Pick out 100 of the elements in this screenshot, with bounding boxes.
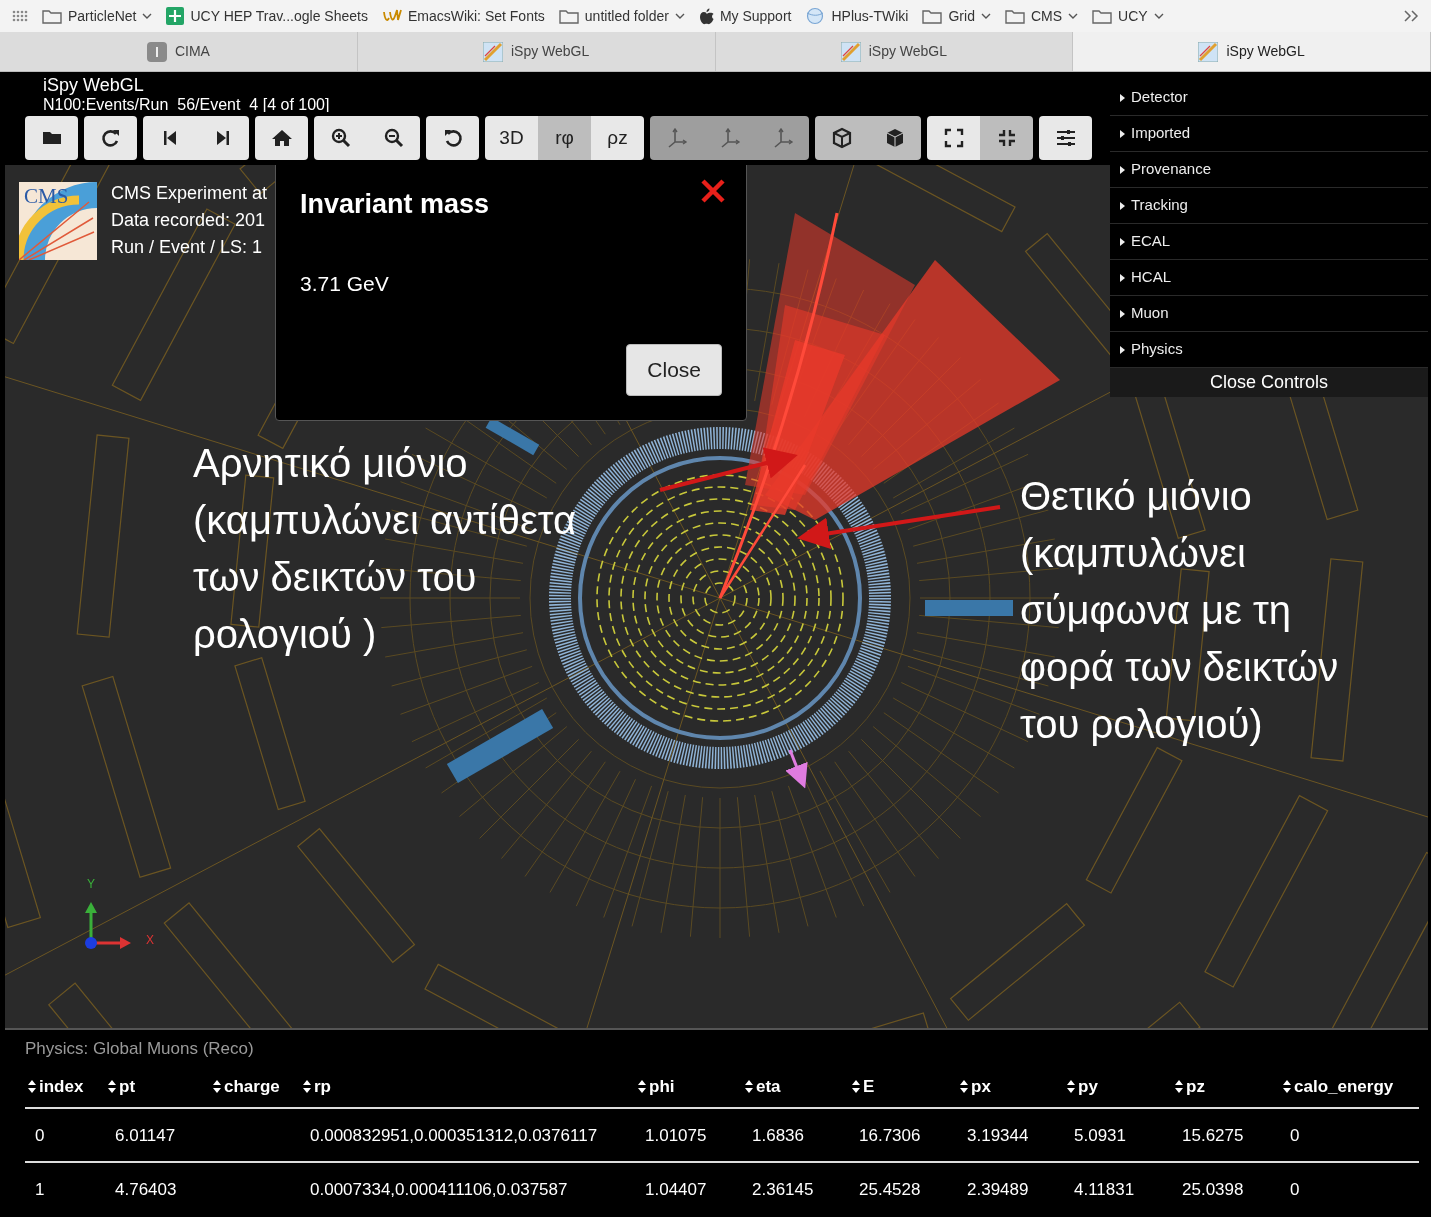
caret-right-icon bbox=[1120, 201, 1125, 210]
bookmark[interactable]: CMS bbox=[1004, 5, 1079, 27]
axis-label: Y bbox=[87, 876, 95, 893]
toolbar-button[interactable] bbox=[143, 116, 196, 160]
home-icon bbox=[270, 127, 293, 149]
expand-icon bbox=[942, 127, 965, 149]
sliders-icon bbox=[1054, 127, 1077, 149]
chevron-down-icon bbox=[1153, 12, 1164, 20]
caret-right-icon bbox=[1120, 273, 1125, 282]
column-header[interactable]: pt bbox=[105, 1071, 210, 1108]
close-controls-button[interactable]: Close Controls bbox=[1110, 368, 1428, 397]
browser-tab[interactable]: iSpy WebGL bbox=[1073, 32, 1431, 71]
close-button[interactable] bbox=[700, 178, 726, 204]
view-button[interactable]: ρz bbox=[591, 116, 644, 160]
bookmark[interactable]: UCY HEP Trav...ogle Sheets bbox=[166, 5, 368, 27]
bookmark[interactable]: EmacsWiki: Set Fonts bbox=[381, 5, 545, 27]
axes-drawing bbox=[85, 902, 131, 949]
table-cell: 2.39489 bbox=[957, 1161, 1064, 1214]
folder-icon bbox=[1004, 8, 1025, 24]
folder-icon bbox=[558, 8, 579, 24]
toolbar-button[interactable] bbox=[367, 116, 420, 160]
table-cell: 1.04407 bbox=[635, 1161, 742, 1214]
chevron-down-icon bbox=[1068, 12, 1079, 20]
column-header[interactable]: pz bbox=[1172, 1071, 1280, 1108]
toolbar-button[interactable] bbox=[255, 116, 308, 160]
zoom-in-icon bbox=[329, 127, 352, 149]
app-title: iSpy WebGL bbox=[43, 76, 145, 95]
modal-title: Invariant mass bbox=[300, 188, 490, 221]
site-favicon-icon bbox=[482, 41, 503, 62]
table-cell: 25.4528 bbox=[849, 1161, 957, 1214]
toolbar-button[interactable] bbox=[84, 116, 137, 160]
caret-right-icon bbox=[1120, 165, 1125, 174]
redo-icon bbox=[99, 127, 122, 149]
table-cell: 16.7306 bbox=[849, 1108, 957, 1162]
sort-icon bbox=[638, 1079, 646, 1093]
table-cell: 0 bbox=[25, 1108, 105, 1162]
table-cell: 6.01147 bbox=[105, 1108, 210, 1162]
caret-right-icon bbox=[1120, 93, 1125, 102]
caret-right-icon bbox=[1120, 129, 1125, 138]
sort-icon bbox=[303, 1079, 311, 1093]
column-header[interactable]: py bbox=[1064, 1071, 1172, 1108]
view-button[interactable]: rφ bbox=[538, 116, 591, 160]
toolbar-button[interactable] bbox=[25, 116, 78, 160]
sort-icon bbox=[852, 1079, 860, 1093]
view-button[interactable]: 3D bbox=[485, 116, 538, 160]
folder-icon bbox=[1092, 8, 1113, 24]
bookmark[interactable]: untitled folder bbox=[558, 5, 685, 27]
spreadsheet-icon bbox=[166, 7, 185, 25]
toolbar-button[interactable] bbox=[927, 116, 980, 160]
toolbar-button[interactable] bbox=[196, 116, 249, 160]
globe-icon bbox=[805, 7, 826, 25]
column-header[interactable]: eta bbox=[742, 1071, 849, 1108]
sort-icon bbox=[960, 1079, 968, 1093]
folder-icon bbox=[42, 8, 62, 24]
column-header[interactable]: E bbox=[849, 1071, 957, 1108]
close-icon bbox=[700, 178, 726, 204]
table-cell: 1 bbox=[25, 1161, 105, 1214]
toolbar-button[interactable] bbox=[980, 116, 1033, 160]
column-header[interactable]: calo_energy bbox=[1280, 1071, 1419, 1108]
column-header[interactable]: rp bbox=[300, 1071, 635, 1108]
table-cell: 2.36145 bbox=[742, 1161, 849, 1214]
close-button[interactable]: Close bbox=[626, 344, 722, 396]
column-header[interactable]: charge bbox=[210, 1071, 300, 1108]
site-favicon-icon bbox=[1198, 41, 1219, 62]
site-favicon-icon bbox=[840, 41, 861, 62]
table-cell: 3.19344 bbox=[957, 1108, 1064, 1162]
table-cell: 0.0007334,0.000411106,0.037587 bbox=[300, 1161, 635, 1214]
table-cell: 0.000832951,0.000351312,0.0376117 bbox=[300, 1108, 635, 1162]
toolbar-button[interactable] bbox=[314, 116, 367, 160]
cube-outline-icon bbox=[830, 127, 853, 149]
caret-right-icon bbox=[1120, 237, 1125, 246]
bookmark[interactable]: Grid bbox=[922, 5, 991, 27]
bookmark[interactable]: ParticleNet bbox=[42, 5, 153, 27]
chevron-down-icon bbox=[980, 12, 991, 20]
site-favicon-icon bbox=[146, 41, 167, 62]
missing-energy-arrow bbox=[785, 749, 808, 789]
chevron-down-icon bbox=[674, 12, 685, 20]
bookmark[interactable]: HPlus-TWiki bbox=[805, 5, 909, 27]
more-bookmarks-icon[interactable] bbox=[1403, 9, 1419, 23]
table-cell: 4.11831 bbox=[1064, 1161, 1172, 1214]
table-cell: 25.0398 bbox=[1172, 1161, 1280, 1214]
table-cell: 15.6275 bbox=[1172, 1108, 1280, 1162]
bookmark[interactable]: UCY bbox=[1092, 5, 1164, 27]
toolbar-button[interactable] bbox=[815, 116, 868, 160]
sort-icon bbox=[1067, 1079, 1075, 1093]
column-header[interactable]: phi bbox=[635, 1071, 742, 1108]
toolbar-button[interactable] bbox=[1039, 116, 1092, 160]
table-cell: 1.6836 bbox=[742, 1108, 849, 1162]
toolbar-button[interactable] bbox=[426, 116, 479, 160]
sort-icon bbox=[1175, 1079, 1183, 1093]
column-header[interactable]: index bbox=[25, 1071, 105, 1108]
column-header[interactable]: px bbox=[957, 1071, 1064, 1108]
table-cell: 0 bbox=[1280, 1108, 1419, 1162]
modal-body-text: 3.71 GeV bbox=[300, 271, 389, 297]
sort-icon bbox=[108, 1079, 116, 1093]
folder-icon bbox=[922, 8, 943, 24]
apple-icon bbox=[698, 7, 714, 25]
bookmark[interactable]: My Support bbox=[698, 5, 792, 27]
table-cell: 5.0931 bbox=[1064, 1108, 1172, 1162]
toolbar-button[interactable] bbox=[868, 116, 921, 160]
